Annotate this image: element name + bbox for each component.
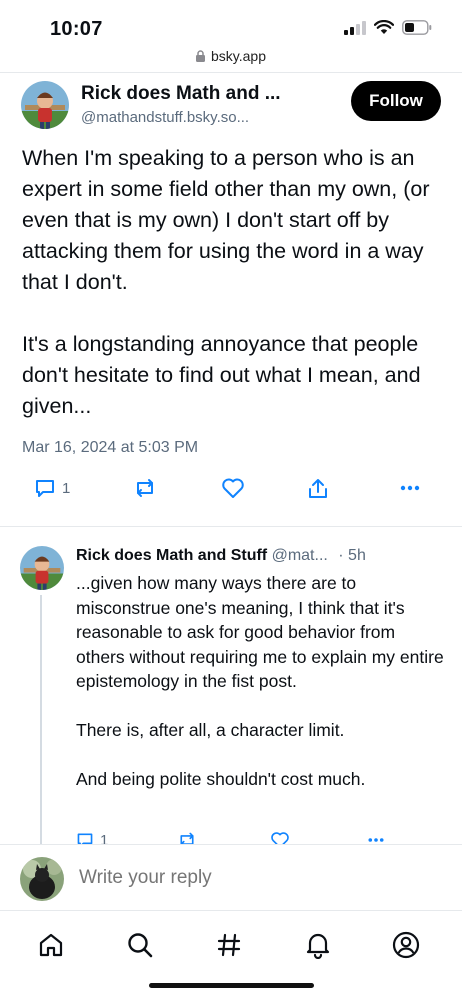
repost-icon xyxy=(180,832,194,844)
post-timestamp: Mar 16, 2024 at 5:03 PM xyxy=(22,439,199,456)
more-button[interactable] xyxy=(399,477,421,499)
search-icon xyxy=(128,933,153,958)
reply-repost-button[interactable] xyxy=(176,831,198,844)
home-icon xyxy=(39,933,63,957)
reply-composer[interactable] xyxy=(0,844,462,910)
author-name[interactable]: Rick does Math and ... xyxy=(81,83,281,105)
main-post: Rick does Math and ... @mathandstuff.bsk… xyxy=(0,72,462,526)
avatar-image xyxy=(21,81,69,129)
nav-home[interactable] xyxy=(35,929,67,961)
reply-post: Rick does Math and Stuff @mat... · 5h ..… xyxy=(0,526,462,844)
post-actions: 1 xyxy=(0,477,462,507)
reply-icon xyxy=(77,833,93,844)
lock-icon xyxy=(196,50,205,62)
reply-text: ...given how many ways there are to misc… xyxy=(76,571,446,792)
share-icon xyxy=(309,479,327,498)
reply-paragraph: ...given how many ways there are to misc… xyxy=(76,573,444,691)
heart-icon xyxy=(222,478,244,498)
hashtag-icon xyxy=(217,933,241,957)
reply-icon xyxy=(36,480,54,497)
more-icon xyxy=(368,838,384,842)
reply-author-handle[interactable]: @mat... xyxy=(272,547,328,564)
cellular-signal-icon xyxy=(344,20,366,35)
avatar-image xyxy=(20,546,64,590)
wifi-icon xyxy=(374,20,394,34)
my-avatar xyxy=(20,857,64,901)
nav-profile[interactable] xyxy=(390,929,422,961)
status-bar: 10:07 xyxy=(0,0,462,48)
reply-header: Rick does Math and Stuff @mat... · 5h xyxy=(76,547,448,565)
post-paragraph: When I'm speaking to a person who is an … xyxy=(22,146,430,294)
share-button[interactable] xyxy=(307,477,329,501)
profile-icon xyxy=(392,931,420,959)
reply-paragraph: There is, after all, a character limit. xyxy=(76,720,345,740)
url-bar[interactable]: bsky.app xyxy=(0,48,462,70)
reply-actions: 1 xyxy=(0,827,462,844)
battery-icon xyxy=(402,20,432,35)
author-avatar[interactable] xyxy=(21,81,69,129)
notifications-icon xyxy=(306,933,330,959)
status-icons xyxy=(344,20,432,35)
repost-button[interactable] xyxy=(132,477,158,499)
nav-search[interactable] xyxy=(124,929,156,961)
like-button[interactable] xyxy=(221,477,245,499)
reply-button[interactable]: 1 xyxy=(34,477,70,499)
reply-more-button[interactable] xyxy=(366,831,386,844)
thread-line xyxy=(40,595,42,844)
nav-feeds[interactable] xyxy=(213,929,245,961)
status-time: 10:07 xyxy=(50,18,103,40)
author-handle[interactable]: @mathandstuff.bsky.so... xyxy=(81,109,249,126)
avatar-image xyxy=(20,857,64,901)
heart-icon xyxy=(271,832,289,844)
nav-notifications[interactable] xyxy=(302,929,334,961)
reply-reply-button[interactable]: 1 xyxy=(76,831,108,844)
reply-time: · 5h xyxy=(338,547,366,564)
reply-reply-count: 1 xyxy=(100,831,109,845)
post-paragraph: It's a longstanding annoyance that peopl… xyxy=(22,332,421,418)
url-text: bsky.app xyxy=(211,48,266,64)
reply-author-name[interactable]: Rick does Math and Stuff xyxy=(76,547,267,564)
repost-icon xyxy=(137,479,153,497)
reply-like-button[interactable] xyxy=(270,831,290,844)
home-indicator[interactable] xyxy=(149,983,314,988)
reply-author-avatar[interactable] xyxy=(20,546,64,590)
more-icon xyxy=(400,485,420,491)
reply-input[interactable] xyxy=(79,867,419,889)
follow-button[interactable]: Follow xyxy=(351,81,441,121)
post-text: When I'm speaking to a person who is an … xyxy=(22,143,442,422)
reply-paragraph: And being polite shouldn't cost much. xyxy=(76,769,366,789)
reply-count: 1 xyxy=(62,479,71,497)
